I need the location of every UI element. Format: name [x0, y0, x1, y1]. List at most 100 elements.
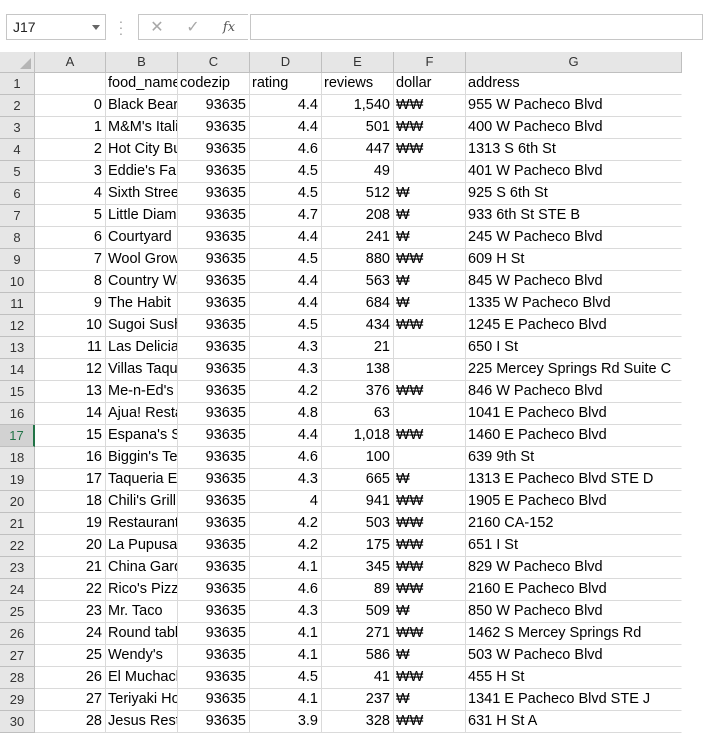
table-cell[interactable]: 10: [35, 315, 106, 337]
table-cell[interactable]: Country Waffles: [106, 271, 178, 293]
table-cell[interactable]: 63: [322, 403, 394, 425]
table-cell[interactable]: 4.2: [250, 535, 322, 557]
table-cell[interactable]: 925 S 6th St: [466, 183, 682, 205]
table-cell[interactable]: 631 H St A: [466, 711, 682, 733]
table-cell[interactable]: Restaurant: [106, 513, 178, 535]
table-cell[interactable]: 639 9th St: [466, 447, 682, 469]
table-cell[interactable]: 93635: [178, 205, 250, 227]
table-cell[interactable]: ₩₩: [394, 513, 466, 535]
table-cell[interactable]: 93635: [178, 711, 250, 733]
table-cell[interactable]: 18: [35, 491, 106, 513]
table-cell[interactable]: 21: [35, 557, 106, 579]
table-cell[interactable]: Chili's Grill: [106, 491, 178, 513]
row-header-2[interactable]: 2: [0, 95, 35, 117]
table-cell[interactable]: 15: [35, 425, 106, 447]
table-cell[interactable]: 5: [35, 205, 106, 227]
table-cell[interactable]: 563: [322, 271, 394, 293]
table-cell[interactable]: El Muchacho: [106, 667, 178, 689]
table-cell[interactable]: 829 W Pacheco Blvd: [466, 557, 682, 579]
table-cell[interactable]: ₩₩: [394, 425, 466, 447]
table-cell[interactable]: 4.1: [250, 557, 322, 579]
table-cell[interactable]: 22: [35, 579, 106, 601]
row-header-11[interactable]: 11: [0, 293, 35, 315]
row-header-15[interactable]: 15: [0, 381, 35, 403]
table-cell[interactable]: 4.6: [250, 139, 322, 161]
table-cell[interactable]: 2160 E Pacheco Blvd: [466, 579, 682, 601]
table-cell[interactable]: 14: [35, 403, 106, 425]
table-cell[interactable]: 434: [322, 315, 394, 337]
table-cell[interactable]: 41: [322, 667, 394, 689]
table-cell[interactable]: 328: [322, 711, 394, 733]
cancel-icon[interactable]: ✕: [145, 18, 169, 38]
table-cell[interactable]: 3: [35, 161, 106, 183]
table-cell[interactable]: Rico's Pizza: [106, 579, 178, 601]
table-cell[interactable]: 93635: [178, 425, 250, 447]
table-cell[interactable]: 941: [322, 491, 394, 513]
table-cell[interactable]: ₩: [394, 183, 466, 205]
table-cell[interactable]: Ajua! Restaurant: [106, 403, 178, 425]
table-cell[interactable]: 955 W Pacheco Blvd: [466, 95, 682, 117]
table-cell[interactable]: 4.3: [250, 359, 322, 381]
column-header-a[interactable]: A: [35, 52, 106, 73]
table-cell[interactable]: ₩₩: [394, 557, 466, 579]
table-cell[interactable]: ₩₩: [394, 667, 466, 689]
table-cell[interactable]: ₩₩: [394, 139, 466, 161]
drag-handle-icon[interactable]: · · ·: [118, 14, 124, 40]
table-cell[interactable]: ₩: [394, 689, 466, 711]
table-cell[interactable]: Black Bear: [106, 95, 178, 117]
table-cell[interactable]: 1: [35, 117, 106, 139]
column-header-b[interactable]: B: [106, 52, 178, 73]
table-cell[interactable]: 401 W Pacheco Blvd: [466, 161, 682, 183]
table-cell[interactable]: 7: [35, 249, 106, 271]
table-cell[interactable]: 245 W Pacheco Blvd: [466, 227, 682, 249]
table-cell[interactable]: M&M's Italian: [106, 117, 178, 139]
table-cell[interactable]: 4.1: [250, 645, 322, 667]
table-cell[interactable]: [394, 447, 466, 469]
name-box[interactable]: J17: [6, 14, 106, 40]
table-cell[interactable]: [394, 359, 466, 381]
column-header-g[interactable]: G: [466, 52, 682, 73]
table-cell[interactable]: 93635: [178, 645, 250, 667]
table-cell[interactable]: 24: [35, 623, 106, 645]
table-cell[interactable]: Sugoi Sushi: [106, 315, 178, 337]
table-cell[interactable]: ₩₩: [394, 579, 466, 601]
table-cell[interactable]: 17: [35, 469, 106, 491]
table-cell[interactable]: [394, 403, 466, 425]
table-cell[interactable]: 4.4: [250, 227, 322, 249]
table-cell[interactable]: 503 W Pacheco Blvd: [466, 645, 682, 667]
row-header-3[interactable]: 3: [0, 117, 35, 139]
table-cell[interactable]: 512: [322, 183, 394, 205]
table-cell[interactable]: Taqueria El: [106, 469, 178, 491]
table-cell[interactable]: ₩₩: [394, 95, 466, 117]
table-cell[interactable]: 28: [35, 711, 106, 733]
table-cell[interactable]: La Pupusa: [106, 535, 178, 557]
table-cell[interactable]: 11: [35, 337, 106, 359]
row-header-1[interactable]: 1: [0, 73, 35, 95]
column-header-d[interactable]: D: [250, 52, 322, 73]
row-header-22[interactable]: 22: [0, 535, 35, 557]
table-cell[interactable]: 93635: [178, 601, 250, 623]
table-cell[interactable]: 846 W Pacheco Blvd: [466, 381, 682, 403]
table-cell[interactable]: 4.4: [250, 271, 322, 293]
table-cell[interactable]: 93635: [178, 689, 250, 711]
table-cell[interactable]: 9: [35, 293, 106, 315]
insert-function-icon[interactable]: fx: [217, 18, 241, 38]
table-cell[interactable]: 4.1: [250, 689, 322, 711]
row-header-4[interactable]: 4: [0, 139, 35, 161]
table-cell[interactable]: ₩: [394, 601, 466, 623]
table-cell[interactable]: 345: [322, 557, 394, 579]
table-cell[interactable]: 1335 W Pacheco Blvd: [466, 293, 682, 315]
table-cell[interactable]: 93635: [178, 623, 250, 645]
table-cell[interactable]: 93635: [178, 403, 250, 425]
table-cell[interactable]: 1041 E Pacheco Blvd: [466, 403, 682, 425]
table-cell[interactable]: ₩₩: [394, 381, 466, 403]
table-cell[interactable]: 4.8: [250, 403, 322, 425]
table-cell[interactable]: 8: [35, 271, 106, 293]
row-header-18[interactable]: 18: [0, 447, 35, 469]
table-cell[interactable]: 93635: [178, 667, 250, 689]
column-header-e[interactable]: E: [322, 52, 394, 73]
table-cell[interactable]: 1462 S Mercey Springs Rd: [466, 623, 682, 645]
table-cell[interactable]: [394, 161, 466, 183]
row-header-7[interactable]: 7: [0, 205, 35, 227]
table-cell[interactable]: China Garden: [106, 557, 178, 579]
